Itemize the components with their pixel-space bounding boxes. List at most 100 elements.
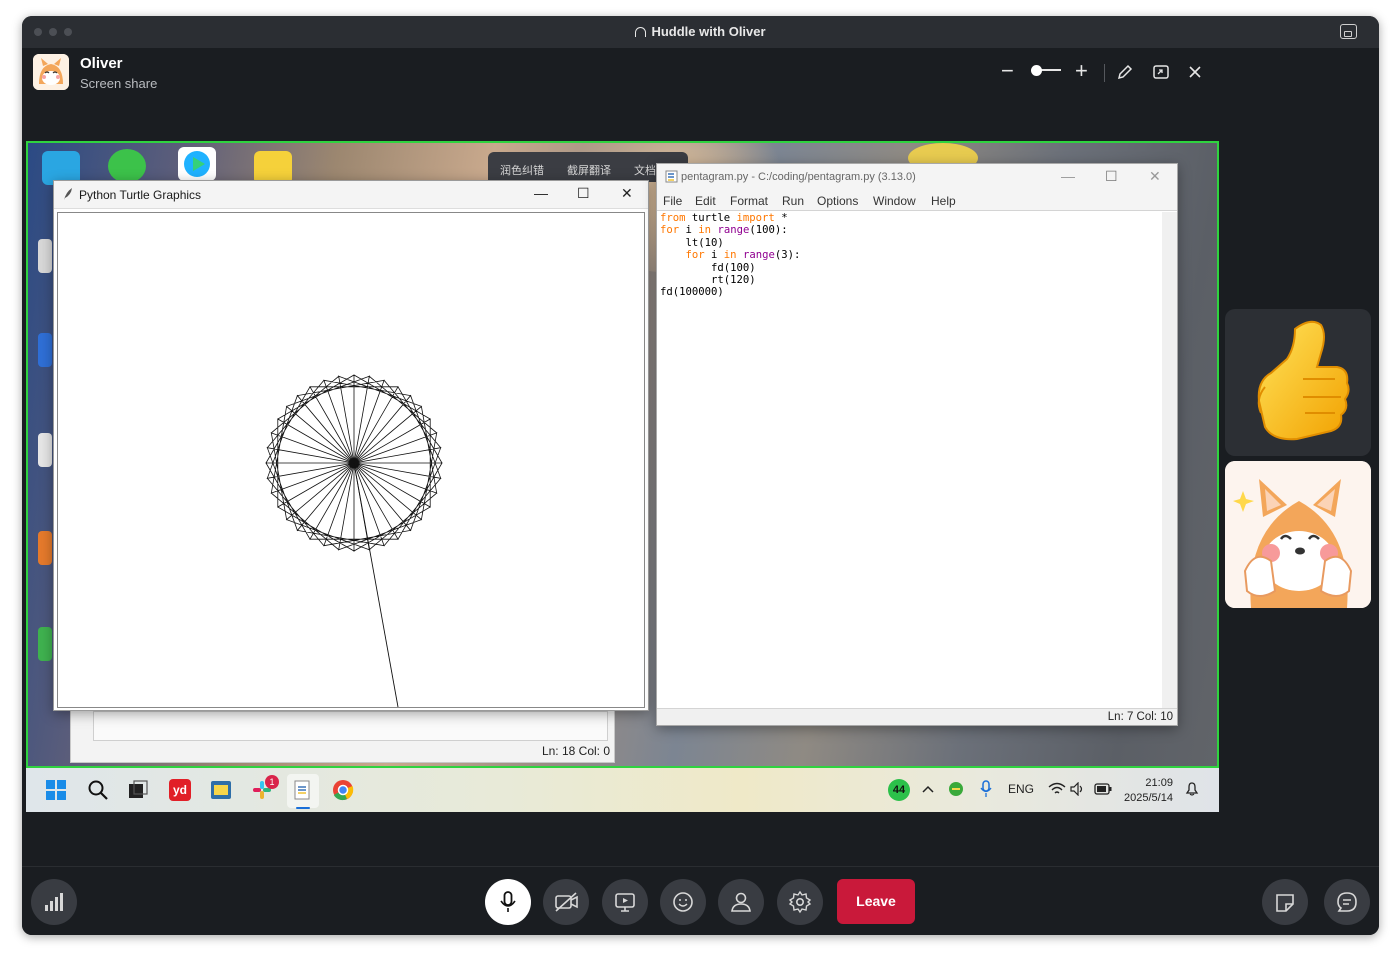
idle-titlebar[interactable]: pentagram.py - C:/coding/pentagram.py (3… [657, 164, 1177, 191]
leave-button[interactable]: Leave [837, 879, 915, 924]
menu-options[interactable]: Options [817, 194, 858, 208]
desktop-icon-left-5[interactable] [38, 627, 52, 661]
browser-tab[interactable]: 润色纠错 [500, 162, 544, 178]
speaker-icon[interactable] [1070, 782, 1086, 796]
reaction-shiba-dog[interactable] [1225, 461, 1371, 608]
connection-stats-button[interactable] [31, 879, 77, 925]
code-token: (3): [774, 249, 801, 262]
popout-icon[interactable] [1340, 24, 1357, 39]
zoom-slider-knob[interactable] [1030, 65, 1042, 76]
battery-icon[interactable] [1094, 783, 1112, 795]
chat-icon [1337, 892, 1357, 912]
search-icon[interactable] [87, 779, 109, 801]
wechat-icon[interactable] [108, 149, 146, 183]
menu-format[interactable]: Format [730, 194, 768, 208]
python-idle-icon[interactable] [292, 779, 314, 801]
code-line[interactable]: fd(100000) [660, 286, 1163, 298]
menu-window[interactable]: Window [873, 194, 916, 208]
code-editor[interactable]: from turtle import * for i in range(100):… [660, 212, 1163, 710]
presenter-status: Screen share [80, 76, 158, 91]
screen-share-button[interactable] [602, 879, 648, 925]
tray-app-icon[interactable] [948, 781, 964, 797]
code-token: i [679, 224, 699, 237]
menu-run[interactable]: Run [782, 194, 804, 208]
chrome-icon[interactable] [332, 779, 354, 801]
desktop-icon-left-1[interactable] [38, 239, 52, 273]
windows-start-icon[interactable] [45, 779, 67, 801]
tray-badge[interactable]: 44 [888, 779, 910, 801]
windows-taskbar: yd 1 44 ENG 21:09 2025/5/14 [26, 768, 1219, 812]
background-editor-status: Ln: 18 Col: 0 [541, 744, 610, 758]
wifi-icon[interactable] [1048, 782, 1066, 796]
screen-share-icon [615, 893, 635, 912]
menu-help[interactable]: Help [931, 194, 956, 208]
code-line[interactable]: for i in range(100): [660, 224, 1163, 236]
code-line[interactable]: fd(100) [660, 262, 1163, 274]
draw-pencil-icon[interactable] [1116, 63, 1134, 81]
background-editor-text-area [93, 711, 608, 741]
turtle-window-titlebar[interactable]: Python Turtle Graphics — ☐ ✕ [54, 181, 648, 209]
code-token: * [774, 212, 788, 224]
turtle-canvas[interactable] [57, 212, 645, 708]
reaction-thumbs-up[interactable] [1225, 309, 1371, 456]
code-line[interactable]: rt(120) [660, 274, 1163, 286]
youdao-icon[interactable]: yd [169, 779, 191, 801]
participants-button[interactable] [718, 879, 764, 925]
zoom-in-button[interactable]: + [1075, 60, 1088, 83]
close-button[interactable]: ✕ [1149, 168, 1161, 185]
camera-button[interactable] [543, 879, 589, 925]
language-indicator[interactable]: ENG [1008, 782, 1034, 796]
zoom-out-button[interactable]: − [1001, 60, 1014, 83]
task-view-icon[interactable] [127, 779, 149, 801]
system-clock[interactable]: 21:09 2025/5/14 [1124, 776, 1173, 806]
desktop-icon-left-3[interactable] [38, 433, 52, 467]
headphones-icon [635, 27, 647, 37]
code-token: i [704, 249, 724, 262]
idle-window-title: pentagram.py - C:/coding/pentagram.py (3… [681, 171, 916, 183]
settings-button[interactable] [777, 879, 823, 925]
sticker-button[interactable] [1262, 879, 1308, 925]
chevron-up-icon[interactable] [922, 784, 934, 794]
minimize-button[interactable]: — [1061, 168, 1075, 184]
desktop-icon-left-2[interactable] [38, 333, 52, 367]
notification-bell-icon[interactable] [1184, 781, 1200, 797]
idle-editor-window[interactable]: pentagram.py - C:/coding/pentagram.py (3… [656, 163, 1178, 726]
close-icon[interactable] [1188, 65, 1202, 79]
presenter-name: Oliver [80, 55, 123, 72]
editor-scrollbar[interactable] [1162, 212, 1177, 710]
mic-button[interactable] [485, 879, 531, 925]
emoji-button[interactable] [660, 879, 706, 925]
signal-icon [45, 893, 63, 911]
shared-screen[interactable]: 润色纠错 截屏翻译 文档 Ln: 18 Col: 0 Python Turtle… [26, 141, 1219, 768]
video-app-icon[interactable] [178, 147, 216, 181]
fullscreen-icon[interactable] [1152, 63, 1170, 81]
idle-status-bar: Ln: 7 Col: 10 [657, 708, 1177, 725]
people-icon [731, 892, 751, 912]
code-token: in [698, 224, 712, 237]
close-button[interactable]: ✕ [621, 185, 633, 202]
minimize-button[interactable]: — [534, 185, 548, 201]
code-line[interactable]: lt(10) [660, 237, 1163, 249]
code-line[interactable]: from turtle import * [660, 212, 1163, 224]
scrollbar-thumb[interactable] [1164, 226, 1175, 696]
menu-edit[interactable]: Edit [695, 194, 716, 208]
code-token: (100): [749, 224, 788, 237]
microphone-icon[interactable] [980, 780, 992, 798]
background-editor-window[interactable]: Ln: 18 Col: 0 [70, 708, 615, 763]
browser-tab[interactable]: 文档 [634, 162, 656, 178]
desktop-icon-left-4[interactable] [38, 531, 52, 565]
code-token: turtle [685, 212, 737, 224]
sticker-icon [1276, 894, 1294, 912]
cursor-position: Ln: 7 Col: 10 [1107, 711, 1173, 723]
maximize-button[interactable]: ☐ [577, 185, 590, 202]
code-line[interactable]: for i in range(3): [660, 249, 1163, 261]
menu-file[interactable]: File [663, 194, 682, 208]
turtle-graphics-window[interactable]: Python Turtle Graphics — ☐ ✕ [53, 180, 649, 711]
turtle-window-title: Python Turtle Graphics [79, 188, 202, 202]
maximize-button[interactable]: ☐ [1105, 168, 1118, 185]
browser-tab[interactable]: 截屏翻译 [567, 162, 611, 178]
avatar[interactable] [33, 54, 69, 90]
chat-button[interactable] [1324, 879, 1370, 925]
python-editor-icon[interactable] [210, 779, 232, 801]
